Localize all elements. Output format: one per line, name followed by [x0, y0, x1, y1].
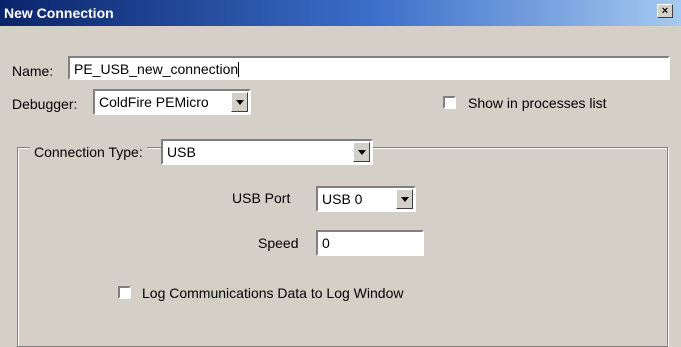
text-caret [238, 62, 240, 77]
window-title: New Connection [4, 5, 114, 21]
usb-port-selected: USB 0 [322, 191, 363, 207]
log-communications-checkbox[interactable] [118, 286, 131, 299]
debugger-label: Debugger: [12, 96, 78, 112]
log-communications-label: Log Communications Data to Log Window [142, 285, 404, 301]
connection-type-dropdown[interactable]: USB [161, 139, 373, 165]
close-button[interactable]: × [657, 4, 673, 18]
speed-value: 0 [322, 235, 330, 251]
connection-type-legend: Connection Type: [30, 140, 147, 162]
chevron-down-icon[interactable] [353, 142, 370, 162]
connection-type-selected: USB [167, 144, 196, 160]
speed-input[interactable]: 0 [316, 230, 424, 256]
show-in-processes-checkbox[interactable] [443, 96, 456, 109]
debugger-dropdown[interactable]: ColdFire PEMicro [93, 89, 251, 115]
usb-port-label: USB Port [232, 190, 291, 206]
close-icon: × [661, 5, 669, 17]
title-bar: New Connection × [0, 0, 681, 26]
name-input-value: PE_USB_new_connection [74, 61, 239, 77]
chevron-down-icon[interactable] [231, 92, 248, 112]
speed-label: Speed [258, 235, 299, 251]
debugger-selected: ColdFire PEMicro [99, 94, 209, 110]
name-input[interactable]: PE_USB_new_connection [68, 56, 670, 80]
chevron-down-icon[interactable] [396, 189, 413, 209]
show-in-processes-label: Show in processes list [468, 95, 607, 111]
usb-port-dropdown[interactable]: USB 0 [316, 186, 416, 212]
connection-type-label: Connection Type: [34, 144, 143, 160]
name-label: Name: [12, 63, 54, 79]
